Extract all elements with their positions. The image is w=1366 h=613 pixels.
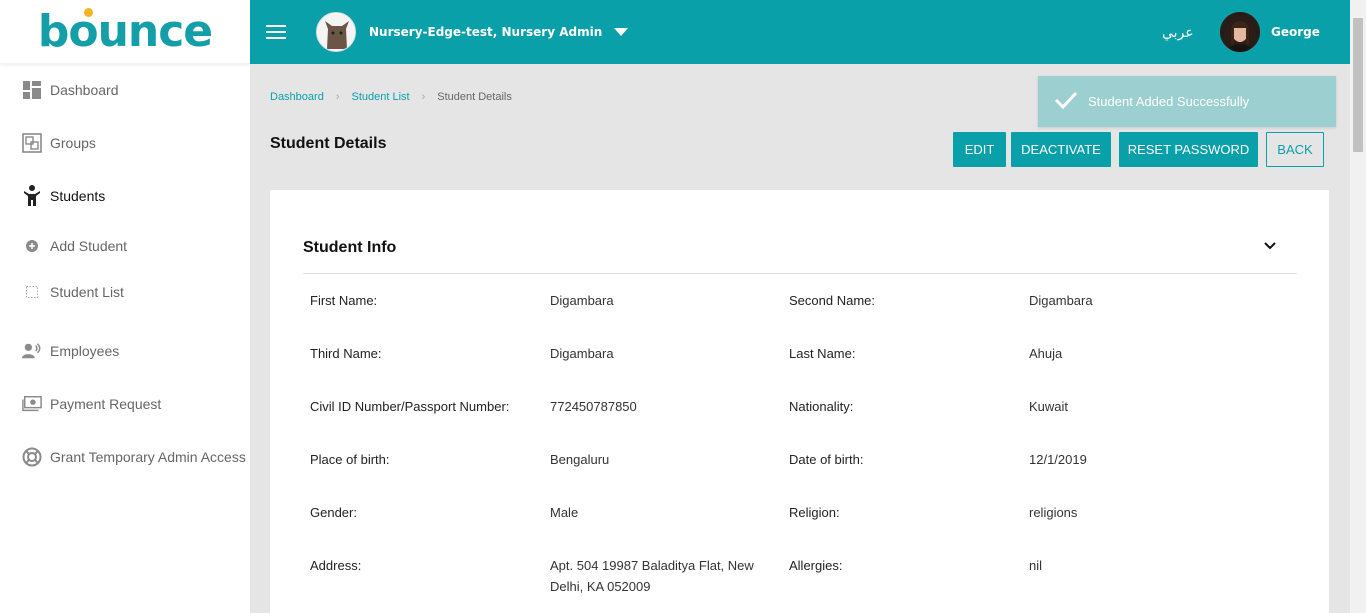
chevron-right-icon: › [421,91,426,103]
field-value: Digambara [550,293,614,308]
sidebar: bounce Dashboard Groups Students Add Stu… [0,0,250,613]
chevron-down-icon[interactable] [1263,238,1277,256]
field-value: Male [550,505,579,520]
sidebar-item-dashboard[interactable]: Dashboard [0,78,250,102]
field-label: Religion: [789,505,840,520]
field-label: Place of birth: [310,452,390,467]
scrollbar-thumb[interactable] [1353,18,1363,152]
field-value: religions [1029,505,1078,520]
field-value: Digambara [1029,293,1093,308]
payment-icon [22,394,42,414]
field-label: Date of birth: [789,452,864,467]
field-value: Apt. 504 19987 Baladitya Flat, New Delhi… [550,558,754,594]
scrollbar[interactable] [1350,0,1366,613]
sidebar-item-label: Student List [50,284,124,300]
bounce-logo[interactable]: bounce [37,6,213,57]
field-value: Bengaluru [550,452,610,467]
user-name[interactable]: George [1271,25,1320,39]
breadcrumb-dashboard[interactable]: Dashboard [270,91,324,103]
sidebar-item-student-list[interactable]: Student List [0,282,250,302]
sidebar-item-label: Payment Request [50,396,162,412]
sidebar-item-label: Students [50,188,106,204]
chevron-down-icon[interactable] [614,28,629,36]
org-name[interactable]: Nursery-Edge-test, Nursery Admin [369,25,602,39]
field-label: Address: [310,558,362,573]
logo-text: bounce [37,6,213,57]
sidebar-item-payment-request[interactable]: Payment Request [0,392,250,416]
field-value: nil [1029,558,1043,573]
success-toast: Student Added Successfully [1038,76,1336,127]
field-label: Gender: [310,505,357,520]
sidebar-item-add-student[interactable]: Add Student [0,236,250,256]
logo-dot [83,8,93,17]
sidebar-item-students[interactable]: Students [0,184,250,208]
sidebar-item-label: Groups [50,135,96,151]
field-label: Allergies: [789,558,843,573]
toast-message: Student Added Successfully [1088,94,1250,109]
sidebar-item-label: Employees [50,343,120,359]
field-label: Nationality: [789,399,854,414]
groups-icon [22,133,42,153]
section-title: Student Info [303,239,397,256]
employees-icon [22,341,42,361]
field-label: Last Name: [789,346,856,361]
breadcrumb-current: Student Details [437,91,512,103]
divider [303,273,1297,274]
language-toggle[interactable]: عربي [1162,24,1194,41]
field-label: First Name: [310,293,378,308]
avatar[interactable] [1220,12,1260,52]
field-value: Digambara [550,346,614,361]
student-icon [22,185,42,206]
field-value: 12/1/2019 [1029,452,1087,467]
lifebuoy-icon [22,447,42,467]
field-label: Second Name: [789,293,875,308]
field-label: Third Name: [310,346,382,361]
top-bar: Nursery-Edge-test, Nursery Admin عربي Ge… [250,0,1350,64]
menu-icon[interactable] [266,25,286,39]
sidebar-item-label: Add Student [50,238,128,254]
list-icon [26,286,38,298]
reset-password-button[interactable]: RESET PASSWORD [1119,132,1258,167]
chevron-right-icon: › [335,91,340,103]
sidebar-item-grant-admin-access[interactable]: Grant Temporary Admin Access [0,445,250,469]
field-value: 772450787850 [550,399,637,414]
add-circle-icon [26,240,38,252]
deactivate-button[interactable]: DEACTIVATE [1011,132,1111,167]
breadcrumb-student-list[interactable]: Student List [352,91,410,103]
student-info-card: Student Info First Name: Digambara Secon… [270,190,1329,613]
field-label: Civil ID Number/Passport Number: [310,399,510,414]
page-title: Student Details [270,135,387,152]
field-value: Kuwait [1029,399,1069,414]
dashboard-icon [22,80,42,100]
sidebar-item-groups[interactable]: Groups [0,131,250,155]
org-avatar [316,12,356,52]
back-button[interactable]: BACK [1266,132,1324,167]
sidebar-item-label: Grant Temporary Admin Access [50,449,246,465]
logo-area: bounce [0,0,250,64]
edit-button[interactable]: EDIT [953,132,1006,167]
sidebar-item-label: Dashboard [50,82,119,98]
check-icon [1054,91,1078,112]
field-value: Ahuja [1029,346,1063,361]
sidebar-item-employees[interactable]: Employees [0,339,250,363]
breadcrumb: Dashboard › Student List › Student Detai… [270,91,512,103]
